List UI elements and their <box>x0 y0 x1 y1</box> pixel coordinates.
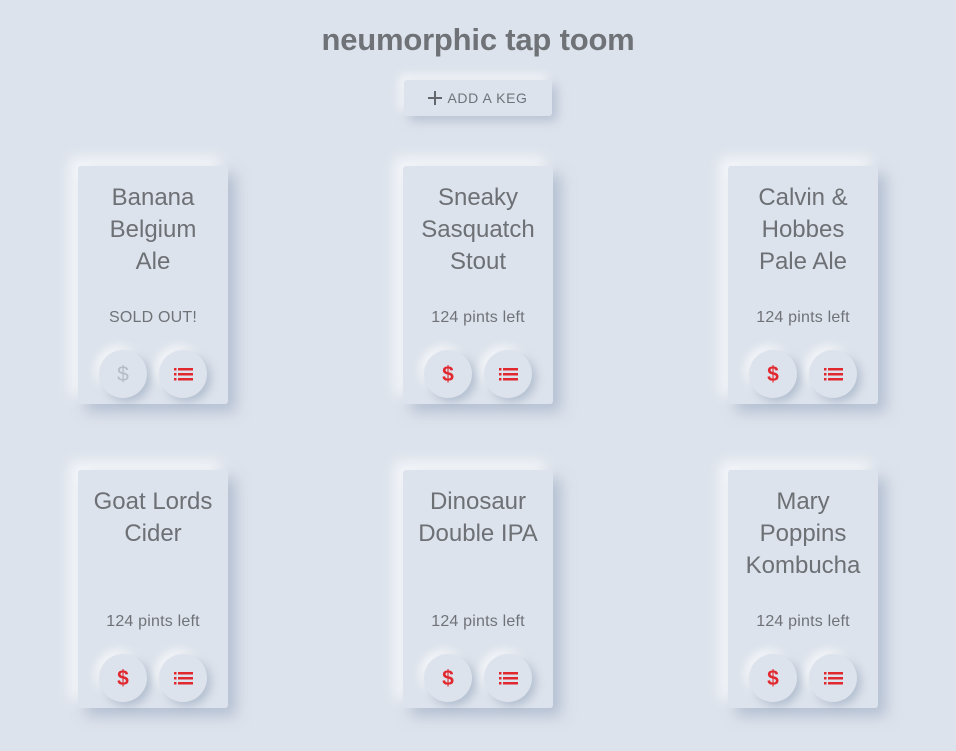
keg-card: Mary Poppins Kombucha 124 pints left $ <box>728 470 878 708</box>
keg-details-button[interactable] <box>484 654 532 702</box>
dollar-icon: $ <box>767 362 779 386</box>
dollar-icon: $ <box>767 666 779 690</box>
dollar-icon: $ <box>117 666 129 690</box>
add-keg-button[interactable]: ADD A KEG <box>404 80 552 116</box>
dollar-icon: $ <box>442 666 454 690</box>
list-icon <box>498 367 518 381</box>
dollar-icon: $ <box>442 362 454 386</box>
keg-name: Dinosaur Double IPA <box>418 488 538 547</box>
list-icon <box>823 367 843 381</box>
list-icon <box>173 367 193 381</box>
keg-status: 124 pints left <box>756 309 850 326</box>
dollar-icon: $ <box>117 362 129 386</box>
keg-name: Mary Poppins Kombucha <box>745 488 861 579</box>
keg-details-button[interactable] <box>809 350 857 398</box>
keg-status: 124 pints left <box>431 613 525 630</box>
add-keg-label: ADD A KEG <box>447 90 528 106</box>
keg-card: Sneaky Sasquatch Stout 124 pints left $ <box>403 166 553 404</box>
buy-pint-button[interactable]: $ <box>99 654 147 702</box>
buy-pint-button[interactable]: $ <box>424 350 472 398</box>
buy-pint-button[interactable]: $ <box>424 654 472 702</box>
keg-details-button[interactable] <box>159 350 207 398</box>
list-icon <box>173 671 193 685</box>
keg-status: 124 pints left <box>431 309 525 326</box>
keg-details-button[interactable] <box>159 654 207 702</box>
list-icon <box>823 671 843 685</box>
keg-card: Banana Belgium Ale SOLD OUT! $ <box>78 166 228 404</box>
buy-pint-button[interactable]: $ <box>749 350 797 398</box>
keg-card: Calvin & Hobbes Pale Ale 124 pints left … <box>728 166 878 404</box>
page-title: neumorphic tap toom <box>321 22 635 57</box>
keg-status: 124 pints left <box>756 613 850 630</box>
keg-status: 124 pints left <box>106 613 200 630</box>
keg-name: Goat Lords Cider <box>93 488 213 547</box>
plus-icon <box>428 91 443 105</box>
keg-name: Sneaky Sasquatch Stout <box>421 184 535 275</box>
list-icon <box>498 671 518 685</box>
buy-pint-button[interactable]: $ <box>99 350 147 398</box>
keg-status: SOLD OUT! <box>108 309 198 326</box>
keg-card: Dinosaur Double IPA 124 pints left $ <box>403 470 553 708</box>
keg-details-button[interactable] <box>809 654 857 702</box>
keg-name: Banana Belgium Ale <box>109 184 197 275</box>
keg-details-button[interactable] <box>484 350 532 398</box>
keg-name: Calvin & Hobbes Pale Ale <box>758 184 848 275</box>
buy-pint-button[interactable]: $ <box>749 654 797 702</box>
keg-card: Goat Lords Cider 124 pints left $ <box>78 470 228 708</box>
